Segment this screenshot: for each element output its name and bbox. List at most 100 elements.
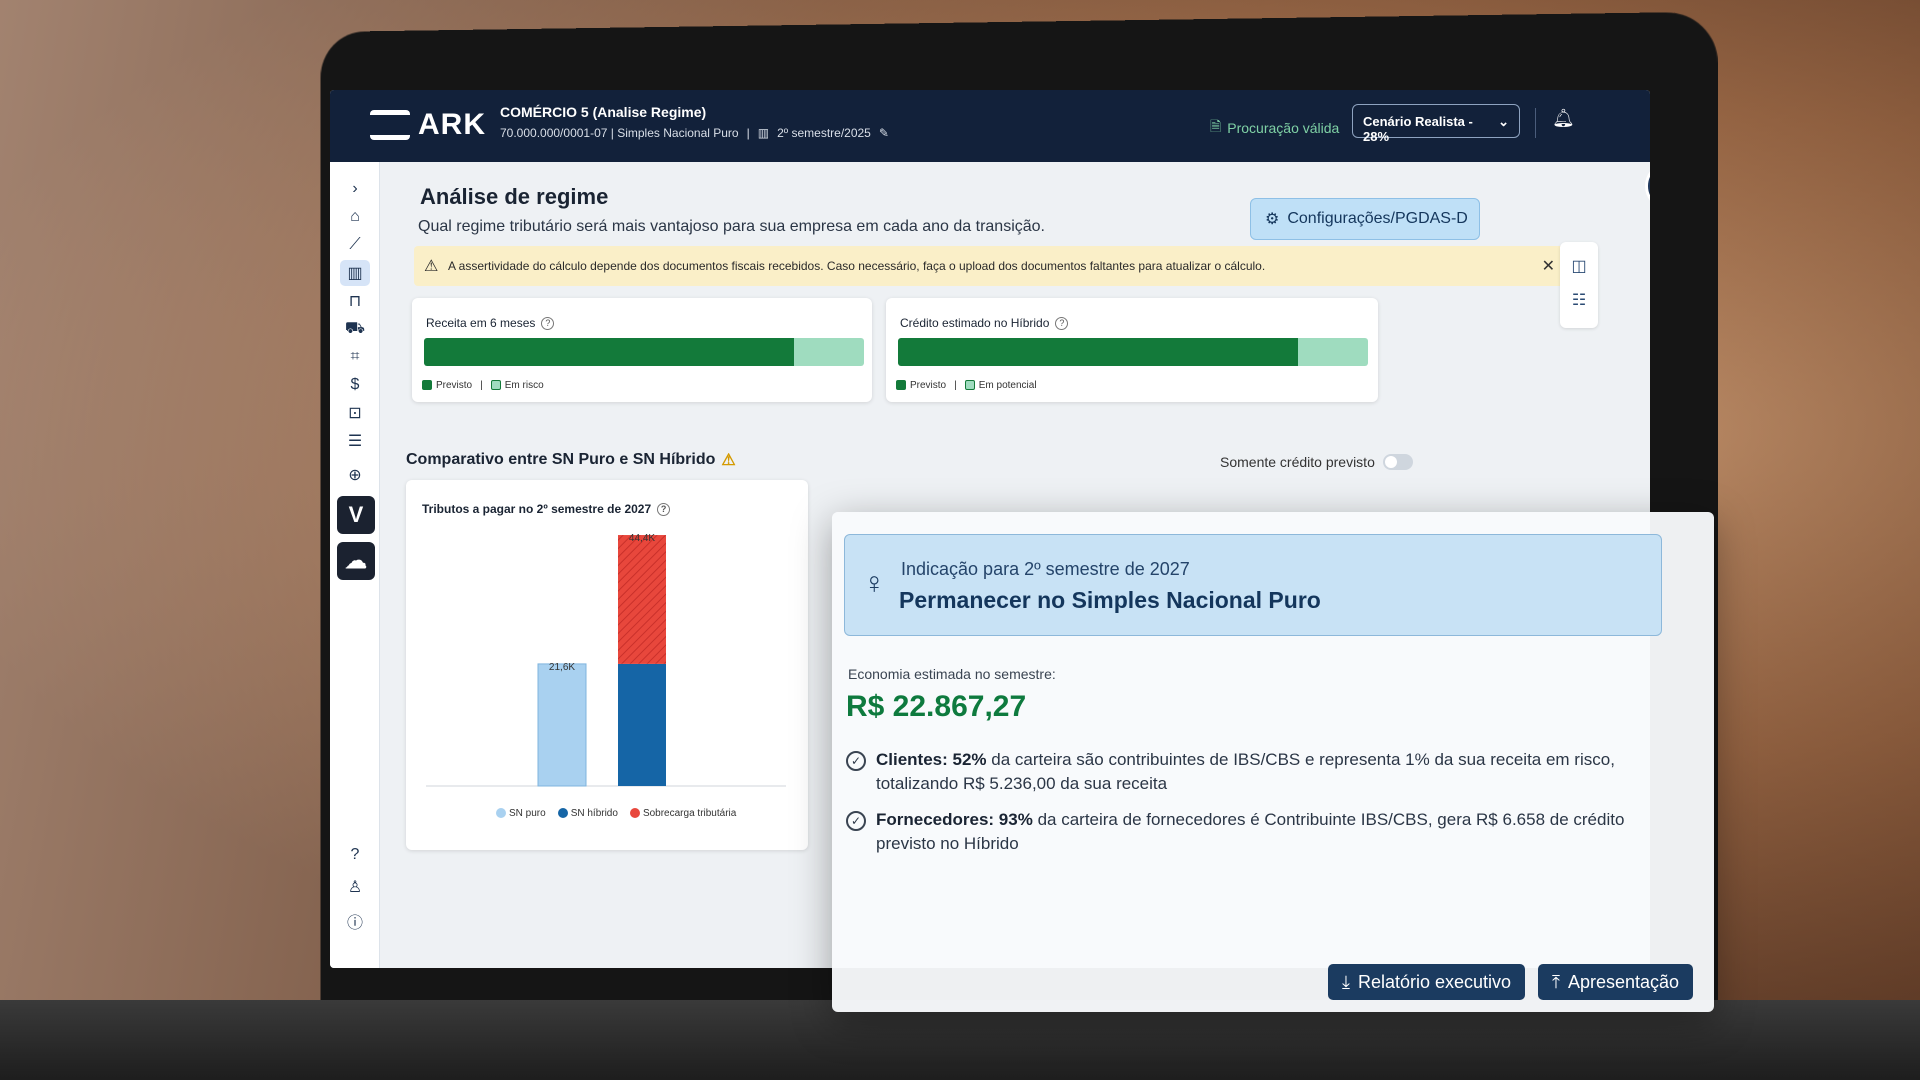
presentation-button[interactable]: ⤒ Apresentação bbox=[1538, 964, 1694, 1000]
credito-bar-potencial bbox=[1297, 338, 1368, 366]
point-fornecedores-text: Fornecedores: 93% da carteira de fornece… bbox=[876, 808, 1646, 856]
bar-sn-puro[interactable] bbox=[537, 663, 587, 787]
upload-icon: ⤒ bbox=[1552, 971, 1560, 992]
sliders-icon[interactable]: ☷ bbox=[1560, 290, 1598, 310]
right-toolbar: ◫ ☷ bbox=[1560, 242, 1598, 328]
app-logo[interactable]: ARK bbox=[370, 108, 486, 142]
credito-bar-previsto bbox=[898, 338, 1298, 366]
help-icon[interactable]: ? bbox=[1055, 316, 1069, 330]
panel-toggle-icon[interactable]: ◫ bbox=[1560, 256, 1598, 276]
credito-legend: Previsto | Em potencial bbox=[896, 380, 1037, 391]
indication-box: ♀ Indicação para 2º semestre de 2027 Per… bbox=[844, 534, 1662, 636]
separator: | bbox=[746, 126, 750, 140]
info-icon[interactable]: ⓘ bbox=[340, 908, 370, 934]
warning-icon: ⚠ bbox=[424, 258, 439, 275]
legend-divider: | bbox=[480, 380, 483, 391]
bell-icon[interactable]: 🔔︎ bbox=[1552, 108, 1575, 129]
chart-card: Tributos a pagar no 2º semestre de 2027 … bbox=[406, 480, 808, 850]
help-icon[interactable]: ? bbox=[340, 842, 370, 868]
ark-logo-icon bbox=[370, 110, 410, 140]
legend-previsto-label: Previsto bbox=[910, 380, 947, 391]
config-button[interactable]: ⚙ Configurações/PGDAS-D bbox=[1250, 198, 1480, 240]
credito-card: Crédito estimado no Híbrido ? Previsto |… bbox=[886, 298, 1378, 402]
report-button-label: Relatório executivo bbox=[1357, 971, 1512, 992]
receita-title-row: Receita em 6 meses ? bbox=[426, 316, 555, 330]
legend-potencial-label: Em potencial bbox=[978, 380, 1037, 391]
receita-bar-risco bbox=[793, 338, 864, 366]
scenario-select[interactable]: Cenário Realista - 28% ⌄ bbox=[1352, 104, 1520, 144]
user-icon[interactable]: ♙ bbox=[340, 874, 370, 900]
scenario-value: Cenário Realista - 28% bbox=[1363, 114, 1473, 144]
chevron-right-icon[interactable]: › bbox=[340, 176, 370, 202]
presentation-button-label: Apresentação bbox=[1567, 971, 1680, 992]
check-circle-icon: ✓ bbox=[846, 811, 866, 831]
point-clientes-body: da carteira são contribuintes de IBS/CBS… bbox=[876, 750, 1615, 793]
bar-value-label: 21,6K bbox=[549, 662, 575, 673]
header-divider bbox=[1535, 108, 1536, 138]
alert-text: A assertividade do cálculo depende dos d… bbox=[448, 259, 1266, 273]
legend-risco: Em risco bbox=[490, 380, 544, 391]
bar-chart-icon[interactable]: ▥ bbox=[340, 260, 370, 286]
point-clientes-text: Clientes: 52% da carteira são contribuin… bbox=[876, 748, 1646, 796]
tag-icon[interactable]: ⌗ bbox=[340, 344, 370, 370]
laptop-base bbox=[0, 1000, 1920, 1080]
credit-toggle-row: Somente crédito previsto bbox=[1220, 454, 1413, 470]
page-title: Análise de regime bbox=[420, 184, 609, 209]
help-icon[interactable]: ? bbox=[541, 316, 555, 330]
dollar-icon[interactable]: $ bbox=[340, 372, 370, 398]
bar-sn-hibrido[interactable] bbox=[618, 663, 666, 786]
list-check-icon[interactable]: ☰ bbox=[340, 428, 370, 454]
point-clientes: ✓ Clientes: 52% da carteira são contribu… bbox=[846, 748, 1646, 796]
close-icon[interactable]: ✕ bbox=[1542, 256, 1555, 276]
plus-circle-icon[interactable]: ⊕ bbox=[340, 462, 370, 488]
economy-value: R$ 22.867,27 bbox=[846, 690, 1027, 723]
legend-divider: | bbox=[954, 380, 957, 391]
credito-title: Crédito estimado no Híbrido bbox=[900, 316, 1050, 330]
v-app-icon[interactable]: V bbox=[337, 496, 375, 534]
credit-toggle[interactable] bbox=[1382, 454, 1413, 470]
legend-previsto: Previsto bbox=[422, 380, 472, 391]
download-icon: ⤓ bbox=[1342, 971, 1350, 992]
point-clientes-bold: Clientes: 52% bbox=[876, 750, 987, 769]
shopping-bag-icon[interactable]: ⊓ bbox=[340, 288, 370, 314]
home-icon[interactable]: ⌂ bbox=[340, 204, 370, 230]
edit-icon[interactable]: ✎ bbox=[879, 126, 889, 140]
comparison-title: Comparativo entre SN Puro e SN Híbrido bbox=[406, 451, 716, 468]
company-meta: 70.000.000/0001-07 | Simples Nacional Pu… bbox=[500, 126, 739, 140]
chevron-down-icon: ⌄ bbox=[1498, 114, 1509, 129]
inbox-icon[interactable]: ⊡ bbox=[340, 400, 370, 426]
period-label: 2º semestre/2025 bbox=[777, 126, 871, 140]
truck-icon[interactable]: ⛟ bbox=[340, 316, 370, 342]
comparison-heading: Comparativo entre SN Puro e SN Híbrido ⚠ bbox=[406, 450, 736, 470]
receita-bar bbox=[424, 338, 864, 366]
avatar[interactable] bbox=[1645, 162, 1650, 210]
legend-sn-hibrido-label: SN híbrido bbox=[570, 808, 618, 819]
indication-panel: ♀ Indicação para 2º semestre de 2027 Per… bbox=[832, 512, 1714, 1012]
receita-title: Receita em 6 meses bbox=[426, 316, 536, 330]
legend-previsto-label: Previsto bbox=[436, 380, 473, 391]
chart-legend: SN puro SN híbrido Sobrecarga tributária bbox=[496, 808, 736, 819]
economy-label: Economia estimada no semestre: bbox=[848, 666, 1056, 682]
top-bar: ARK COMÉRCIO 5 (Analise Regime) 70.000.0… bbox=[330, 90, 1650, 162]
logo-text: ARK bbox=[418, 108, 486, 141]
document-icon: 🗎 bbox=[1210, 118, 1222, 134]
bar-sobrecarga[interactable] bbox=[618, 535, 666, 664]
page-subtitle: Qual regime tributário será mais vantajo… bbox=[418, 218, 1045, 235]
check-circle-icon: ✓ bbox=[846, 751, 866, 771]
report-button[interactable]: ⤓ Relatório executivo bbox=[1328, 964, 1526, 1000]
legend-sn-hibrido: SN híbrido bbox=[557, 808, 618, 819]
receita-card: Receita em 6 meses ? Previsto | Em risco bbox=[412, 298, 872, 402]
point-fornecedores-bold: Fornecedores: 93% bbox=[876, 810, 1033, 829]
toggle-label: Somente crédito previsto bbox=[1220, 454, 1375, 470]
legend-sn-puro: SN puro bbox=[496, 808, 546, 819]
cloud-app-icon[interactable]: ☁ bbox=[337, 542, 375, 580]
legend-potencial: Em potencial bbox=[964, 380, 1037, 391]
procuracao-status[interactable]: 🗎 Procuração válida bbox=[1210, 116, 1339, 140]
procuracao-label: Procuração válida bbox=[1227, 120, 1340, 136]
credito-bar bbox=[898, 338, 1368, 366]
chart-icon: ▥ bbox=[757, 126, 770, 140]
bar-chart: 21,6K 44,4K bbox=[426, 533, 786, 787]
trend-chart-icon[interactable]: ⟋ bbox=[340, 232, 370, 258]
gear-icon: ⚙ bbox=[1265, 211, 1280, 228]
legend-risco-label: Em risco bbox=[504, 380, 544, 391]
